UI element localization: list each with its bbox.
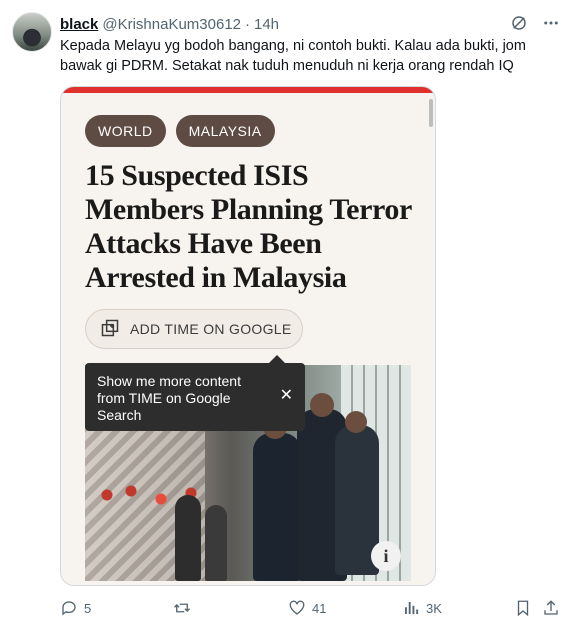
reply-count: 5 [84,600,92,616]
separator: · [245,15,250,33]
link-card[interactable]: WORLD MALAYSIA 15 Suspected ISIS Members… [60,86,436,586]
display-name[interactable]: black [60,16,98,33]
card-scrollbar[interactable] [429,99,433,127]
add-time-on-google-button[interactable]: ADD TIME ON GOOGLE [85,309,303,349]
close-icon[interactable]: ✕ [280,387,293,404]
card-accent-bar [61,87,435,93]
views-button[interactable]: 3K [402,599,442,617]
add-button-label: ADD TIME ON GOOGLE [130,321,292,337]
photo-head [310,393,334,417]
like-button[interactable]: 41 [288,599,326,617]
bookmark-button[interactable] [514,599,532,617]
like-icon [289,600,305,615]
photo-figure [205,505,227,581]
user-handle[interactable]: @KrishnaKum30612 [102,16,241,33]
photo-police-officer [253,433,301,581]
info-icon[interactable]: i [371,541,401,571]
tweet-header: black @KrishnaKum30612 · 14h [60,14,560,34]
action-bar: 5 41 3K [60,596,560,620]
share-icon [544,600,558,615]
view-count: 3K [426,600,442,616]
bookmark-icon [517,600,529,617]
share-button[interactable] [542,599,560,617]
google-tooltip: Show me more content from TIME on Google… [85,363,305,431]
photo-figure [175,495,201,581]
article-headline[interactable]: 15 Suspected ISIS Members Planning Terro… [85,159,425,295]
reply-button[interactable]: 5 [60,599,91,617]
tag-malaysia[interactable]: MALAYSIA [175,115,275,147]
add-google-icon [100,318,120,341]
photo-head [345,411,367,433]
avatar[interactable] [12,12,52,52]
repost-button[interactable] [172,599,198,617]
tweet-text: Kepada Melayu yg bodoh bangang, ni conto… [60,38,526,74]
more-icon[interactable] [542,14,560,36]
views-icon [405,602,419,614]
grok-icon[interactable] [510,14,528,36]
tag-world[interactable]: WORLD [85,115,166,147]
tooltip-text: Show me more content from TIME on Google… [97,373,241,423]
timestamp[interactable]: 14h [254,16,279,33]
reply-icon [62,601,76,616]
like-count: 41 [312,600,327,616]
repost-icon [174,603,190,613]
